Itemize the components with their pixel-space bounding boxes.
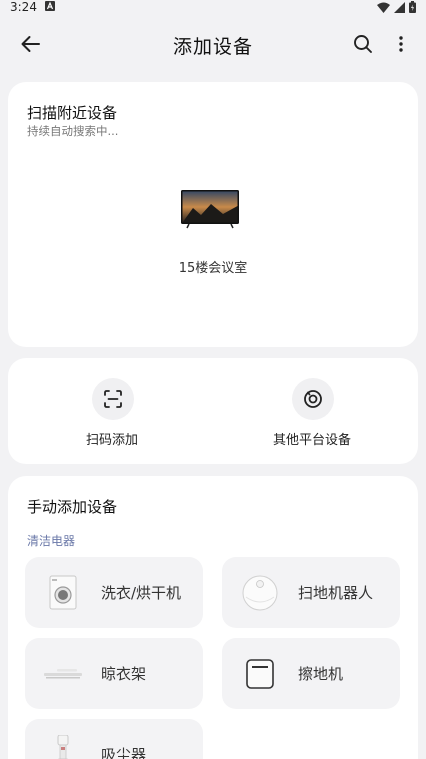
cellular-signal-icon xyxy=(394,1,405,13)
other-platform-icon xyxy=(304,390,322,408)
notification-app-icon xyxy=(44,0,55,14)
status-left: 3:24 xyxy=(10,0,55,14)
scan-qr-icon-circle xyxy=(92,378,134,420)
other-platform-devices-label: 其他平台设备 xyxy=(272,433,351,448)
device-type-tile-clothes-rack[interactable]: 晾衣架 xyxy=(25,638,203,709)
washing-machine-icon xyxy=(49,575,77,610)
scan-status-text: 持续自动搜索中... xyxy=(27,124,119,138)
vacuum-cleaner-icon xyxy=(57,735,69,759)
manual-add-title: 手动添加设备 xyxy=(27,498,118,516)
category-label: 清洁电器 xyxy=(27,534,76,548)
tv-icon xyxy=(181,190,239,229)
status-time: 3:24 xyxy=(10,0,37,14)
discovered-device-item[interactable]: 15楼会议室 xyxy=(163,187,263,277)
top-app-bar: 添加设备 xyxy=(0,24,426,64)
other-platform-icon-circle xyxy=(292,378,334,420)
more-options-button[interactable] xyxy=(392,33,410,55)
scan-qr-add-button[interactable]: 扫码添加 xyxy=(52,378,172,453)
device-type-tile-washer-dryer[interactable]: 洗衣/烘干机 xyxy=(25,557,203,628)
scan-qr-icon xyxy=(104,390,122,408)
device-type-tile-robot-vacuum[interactable]: 扫地机器人 xyxy=(222,557,400,628)
device-type-label-robot-vacuum: 扫地机器人 xyxy=(298,584,374,602)
device-type-tile-floor-scrubber[interactable]: 擦地机 xyxy=(222,638,400,709)
device-type-label-washer-dryer: 洗衣/烘干机 xyxy=(101,584,182,602)
floor-scrubber-icon xyxy=(246,659,274,689)
other-platform-devices-button[interactable]: 其他平台设备 xyxy=(252,378,372,453)
device-type-label-clothes-rack: 晾衣架 xyxy=(101,665,147,683)
device-type-label-vacuum-cleaner: 吸尘器 xyxy=(101,746,147,759)
scan-nearby-card: 扫描附近设备 持续自动搜索中... 15楼会议室 xyxy=(8,82,418,347)
manual-add-card: 手动添加设备 清洁电器 洗衣/烘干机 扫地机器人 晾衣架 擦地机 吸尘器 xyxy=(8,476,418,759)
more-vertical-icon xyxy=(399,36,403,52)
quick-actions-card: 扫码添加 其他平台设备 xyxy=(8,358,418,464)
scan-qr-add-label: 扫码添加 xyxy=(85,433,138,448)
battery-icon xyxy=(409,1,416,13)
device-type-label-floor-scrubber: 擦地机 xyxy=(298,665,344,683)
search-button[interactable] xyxy=(352,33,374,55)
status-right xyxy=(377,1,416,13)
device-type-tile-vacuum-cleaner[interactable]: 吸尘器 xyxy=(25,719,203,759)
discovered-device-name: 15楼会议室 xyxy=(178,261,248,276)
status-bar: 3:24 xyxy=(0,0,426,14)
scan-nearby-title: 扫描附近设备 xyxy=(27,104,118,122)
wifi-icon xyxy=(377,2,390,13)
robot-vacuum-icon xyxy=(242,575,278,611)
search-icon xyxy=(354,35,372,53)
clothes-rack-icon xyxy=(44,669,82,679)
